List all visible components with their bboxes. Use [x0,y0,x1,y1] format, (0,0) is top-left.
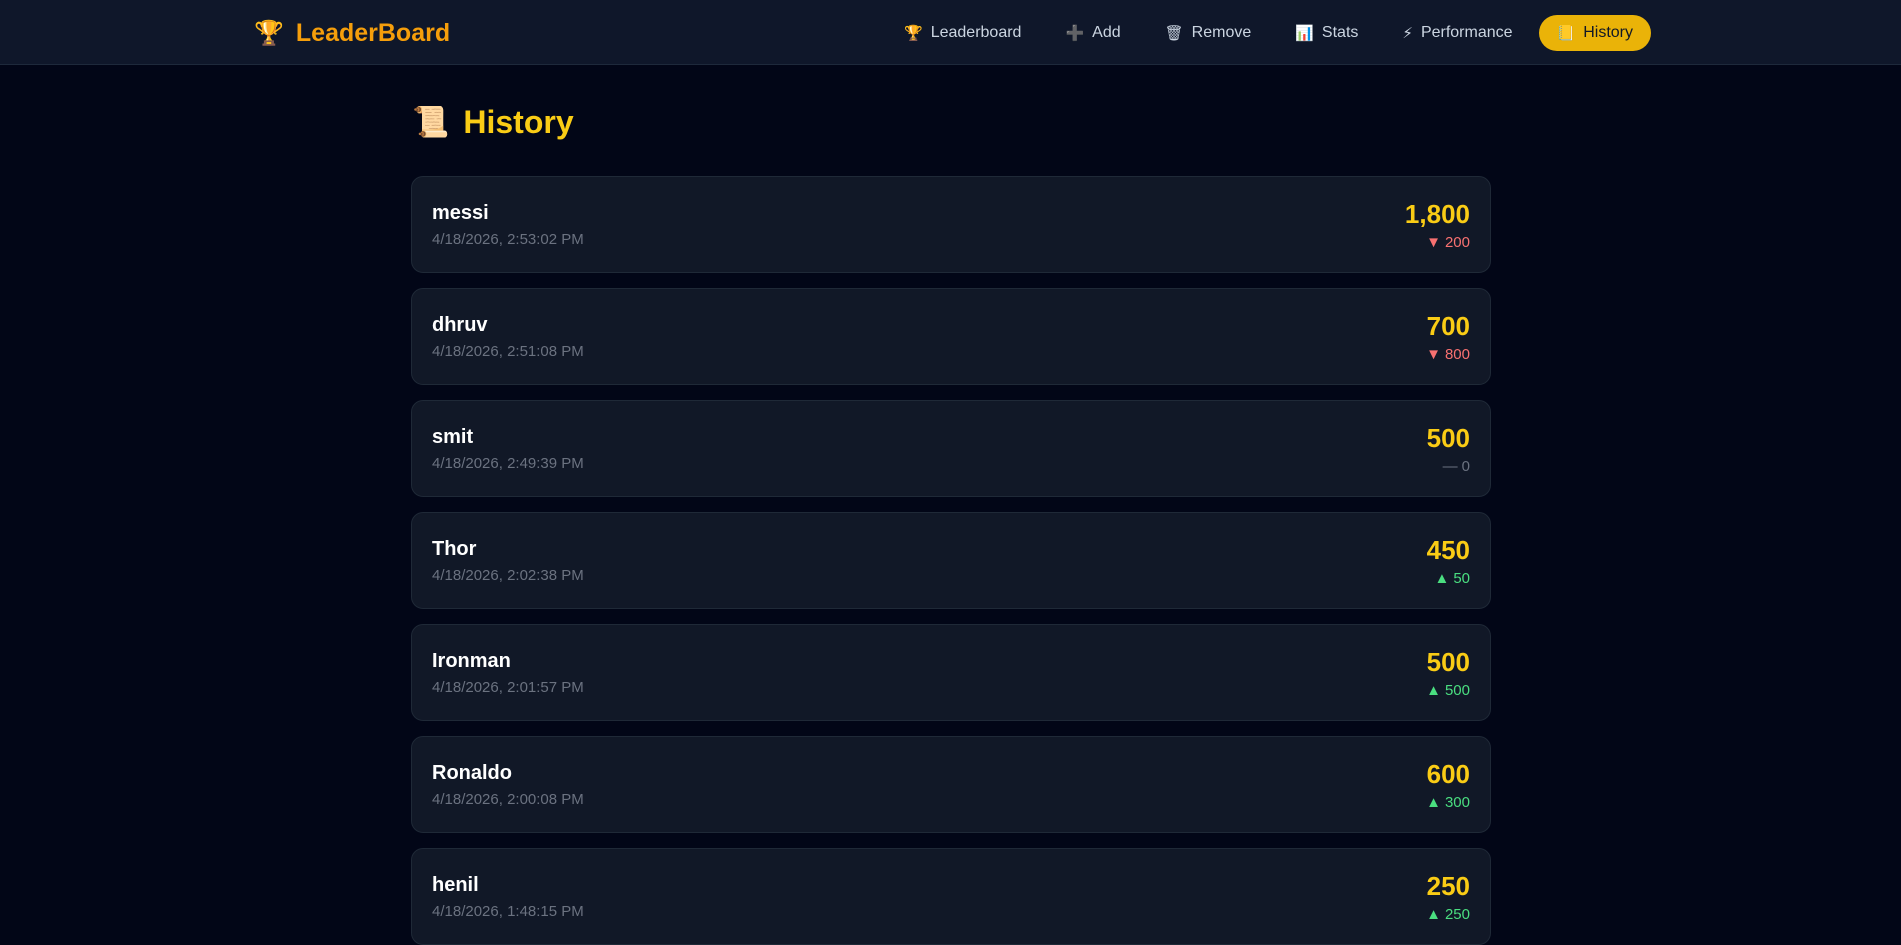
timestamp: 4/18/2026, 2:00:08 PM [432,790,584,808]
nav-label: Stats [1321,24,1359,41]
trash-icon: 🗑 [1164,25,1184,42]
history-card: dhruv 4/18/2026, 2:51:08 PM 700 ▼ 800 [411,288,1491,385]
score-change-value: 250 [1444,905,1470,923]
plus-icon: ➕ [1065,25,1085,42]
history-card: Thor 4/18/2026, 2:02:38 PM 450 ▲ 50 [411,512,1491,609]
history-card-score: 1,800 ▼ 200 [1405,199,1470,251]
page-title-text: History [463,104,574,140]
arrow-up-icon: ▲ [1426,681,1441,699]
history-card-info: Thor 4/18/2026, 2:02:38 PM [432,538,584,584]
nav-links: 🏆 Leaderboard ➕ Add 🗑 Remove 📊 Stats ⚡ Performanc… [886,15,1651,51]
score-change: ▲ 250 [1426,906,1470,923]
nav-label: Add [1092,24,1121,41]
arrow-up-icon: ▲ [1434,569,1450,587]
nav-history[interactable]: 📒 History [1538,15,1651,51]
timestamp: 4/18/2026, 2:49:39 PM [432,454,584,472]
history-card-score: 500 — 0 [1427,423,1470,475]
brand-logo[interactable]: 🏆 LeaderBoard [254,18,450,48]
history-card-info: messi 4/18/2026, 2:53:02 PM [432,202,584,248]
player-name: dhruv [432,313,488,336]
player-name: Thor [432,537,477,560]
timestamp: 4/18/2026, 2:01:57 PM [432,678,584,696]
history-card: Ironman 4/18/2026, 2:01:57 PM 500 ▲ 500 [411,624,1491,721]
trophy-icon: 🏆 [904,25,923,42]
score-change-value: 200 [1444,233,1470,251]
nav-leaderboard[interactable]: 🏆 Leaderboard [886,15,1039,51]
score-change-value: 50 [1453,569,1470,587]
score-value: 450 [1426,534,1470,565]
nav-label: Leaderboard [930,24,1022,41]
score-value: 500 [1426,646,1470,677]
history-card: messi 4/18/2026, 2:53:02 PM 1,800 ▼ 200 [411,176,1491,273]
history-card-info: dhruv 4/18/2026, 2:51:08 PM [432,314,584,360]
score-change-value: 300 [1444,793,1470,811]
nav-label: Performance [1420,24,1513,41]
score-change: ▼ 200 [1426,234,1470,251]
history-card-info: smit 4/18/2026, 2:49:39 PM [432,426,584,472]
score-change: ▼ 800 [1426,346,1470,363]
nav-stats[interactable]: 📊 Stats [1277,15,1376,51]
timestamp: 4/18/2026, 2:02:38 PM [432,566,584,584]
nav-label: History [1583,24,1633,41]
nav-remove[interactable]: 🗑 Remove [1147,15,1270,51]
score-change: ▲ 50 [1434,570,1470,587]
timestamp: 4/18/2026, 2:53:02 PM [432,230,584,248]
lightning-icon: ⚡ [1402,25,1413,42]
nav-label: Remove [1191,24,1252,41]
score-value: 600 [1426,758,1470,789]
notebook-icon: 📒 [1556,25,1576,42]
history-card-info: Ronaldo 4/18/2026, 2:00:08 PM [432,762,584,808]
top-navbar: 🏆 LeaderBoard 🏆 Leaderboard ➕ Add 🗑 Remove 📊 St… [0,0,1901,65]
history-card-info: Ironman 4/18/2026, 2:01:57 PM [432,650,584,696]
score-value: 250 [1426,870,1470,901]
score-change: ▲ 300 [1426,794,1470,811]
score-value: 500 [1426,422,1470,453]
trophy-icon: 🏆 [254,19,284,47]
timestamp: 4/18/2026, 2:51:08 PM [432,342,584,360]
brand-name: LeaderBoard [295,18,451,47]
arrow-down-icon: ▼ [1426,233,1441,251]
history-card-score: 250 ▲ 250 [1426,871,1470,923]
player-name: messi [432,201,489,224]
player-name: henil [432,873,479,896]
history-card-info: henil 4/18/2026, 1:48:15 PM [432,874,584,920]
history-card: smit 4/18/2026, 2:49:39 PM 500 — 0 [411,400,1491,497]
score-change-value: 800 [1444,345,1470,363]
timestamp: 4/18/2026, 1:48:15 PM [432,902,584,920]
arrow-up-icon: ▲ [1426,793,1441,811]
dash-icon: — [1442,457,1458,475]
nav-add[interactable]: ➕ Add [1047,15,1138,51]
history-card-score: 700 ▼ 800 [1426,311,1470,363]
score-value: 700 [1426,310,1470,341]
history-card: Ronaldo 4/18/2026, 2:00:08 PM 600 ▲ 300 [411,736,1491,833]
arrow-down-icon: ▼ [1426,345,1441,363]
nav-performance[interactable]: ⚡ Performance [1384,15,1530,51]
player-name: smit [432,425,474,448]
history-card-score: 450 ▲ 50 [1427,535,1470,587]
score-change-value: 0 [1461,457,1470,475]
score-change: — 0 [1443,458,1470,475]
scroll-icon: 📜 [412,106,450,139]
score-value: 1,800 [1404,198,1470,229]
chart-icon: 📊 [1295,25,1314,42]
score-change-value: 500 [1444,681,1470,699]
page-title: 📜 History [412,104,574,141]
player-name: Ronaldo [432,761,512,784]
history-card: henil 4/18/2026, 1:48:15 PM 250 ▲ 250 [411,848,1491,945]
history-card-score: 500 ▲ 500 [1426,647,1470,699]
history-list: messi 4/18/2026, 2:53:02 PM 1,800 ▼ 200 … [411,176,1491,945]
history-card-score: 600 ▲ 300 [1426,759,1470,811]
arrow-up-icon: ▲ [1426,905,1441,923]
player-name: Ironman [432,649,511,672]
score-change: ▲ 500 [1426,682,1470,699]
